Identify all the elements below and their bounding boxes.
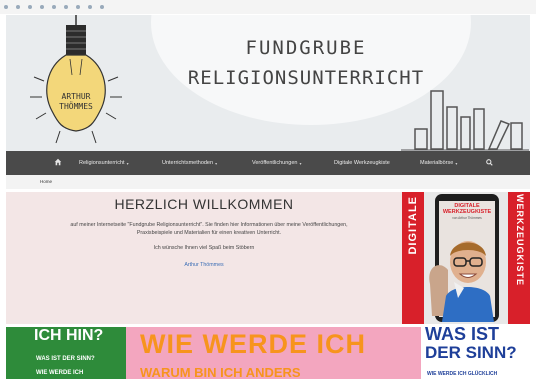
welcome-heading: HERZLICH WILLKOMMEN [114,196,294,212]
bookmark-item[interactable] [52,5,56,9]
digital-toolbox-promo[interactable]: DIGITALE WERKZEUGKISTE DIGITALE WERKZEUG… [402,192,530,324]
bookmark-item[interactable] [16,5,20,9]
promo-screen-title: DIGITALE WERKZEUGKISTE [439,203,495,215]
banner-green-small1: WAS IST DER SINN? [36,356,95,362]
bookmarks-bar [0,0,536,14]
home-icon [54,158,62,166]
bookmark-item[interactable] [88,5,92,9]
promo-right-vertical-text: WERKZEUGKISTE [515,194,525,287]
nav-item-label: Unterrichtsmethoden [162,160,214,166]
banner-pink-panel: WIE WERDE ICH WARUM BIN ICH ANDERS [126,327,421,379]
site-header: ARTHUR THÖMMES FUNDGRUBE RELIGIONSUNTERR… [6,15,530,151]
banner-pink-big-text: WIE WERDE ICH [140,329,366,359]
bookmark-item[interactable] [28,5,32,9]
person-photo-icon [429,241,494,322]
welcome-wish-text: Ich wünsche Ihnen viel Spaß beim Stöbern [153,245,255,251]
site-title-line1: FUNDGRUBE [245,37,367,59]
banner-green-small2: WIE WERDE ICH [36,370,84,376]
bookmark-item[interactable] [76,5,80,9]
nav-item-label: Digitale Werkzeugkiste [334,160,390,166]
chevron-down-icon: ▾ [455,160,458,166]
banner-white-t3: WIE WERDE ICH GLÜCKLICH [427,371,498,377]
bulb-text-line2: THÖMMES [59,101,93,111]
bookmark-item[interactable] [4,5,8,9]
search-icon [486,159,493,166]
lightbulb-logo-icon[interactable]: ARTHUR THÖMMES [16,15,136,151]
bottom-banner[interactable]: ICH HIN? WAS IST DER SINN? WIE WERDE ICH… [6,327,530,379]
chevron-down-icon: ▾ [126,160,129,166]
author-link[interactable]: Arthur Thömmes [6,262,402,268]
nav-home[interactable] [54,158,62,166]
nav-item-label: Religionsunterricht [79,160,125,166]
site-title[interactable]: FUNDGRUBE RELIGIONSUNTERRICHT [156,37,456,89]
banner-white-panel: WAS IST DER SINN? WIE WERDE ICH GLÜCKLIC… [421,327,530,379]
nav-item-religionsunterricht[interactable]: Religionsunterricht ▾ [79,160,129,166]
main-navbar: Religionsunterricht ▾ Unterrichtsmethode… [6,151,530,175]
nav-item-label: Materialbörse [420,160,454,166]
banner-green-panel: ICH HIN? WAS IST DER SINN? WIE WERDE ICH [6,327,126,379]
bookmark-item[interactable] [40,5,44,9]
nav-item-veroeffentlichungen[interactable]: Veröffentlichungen ▾ [252,160,301,166]
books-illustration-icon [401,90,529,151]
chevron-down-icon: ▾ [299,160,302,166]
bookmark-item[interactable] [64,5,68,9]
banner-white-t2: DER SINN? [425,343,517,362]
banner-green-big-text: ICH HIN? [34,327,104,344]
nav-item-materialboerse[interactable]: Materialbörse ▾ [420,160,457,166]
nav-item-unterrichtsmethoden[interactable]: Unterrichtsmethoden ▾ [162,160,217,166]
welcome-panel: HERZLICH WILLKOMMEN auf meiner Internets… [6,192,402,324]
nav-item-digitale-werkzeugkiste[interactable]: Digitale Werkzeugkiste [334,160,390,166]
welcome-intro-text: auf meiner Internetseite "Fundgrube Reli… [70,222,348,236]
breadcrumb: Home [6,175,530,189]
promo-screen-title-line2: WERKZEUGKISTE [442,209,492,215]
bookmark-item[interactable] [100,5,104,9]
site-title-line2: RELIGIONSUNTERRICHT [187,67,425,89]
promo-screen-subtitle: von Arthur Thömmes [452,216,482,220]
chevron-down-icon: ▾ [215,160,218,166]
nav-search[interactable] [486,159,493,166]
bulb-text-line1: ARTHUR [62,92,91,101]
banner-pink-sub-text: WARUM BIN ICH ANDERS [140,365,301,379]
breadcrumb-current[interactable]: Home [40,179,52,184]
nav-item-label: Veröffentlichungen [252,160,298,166]
